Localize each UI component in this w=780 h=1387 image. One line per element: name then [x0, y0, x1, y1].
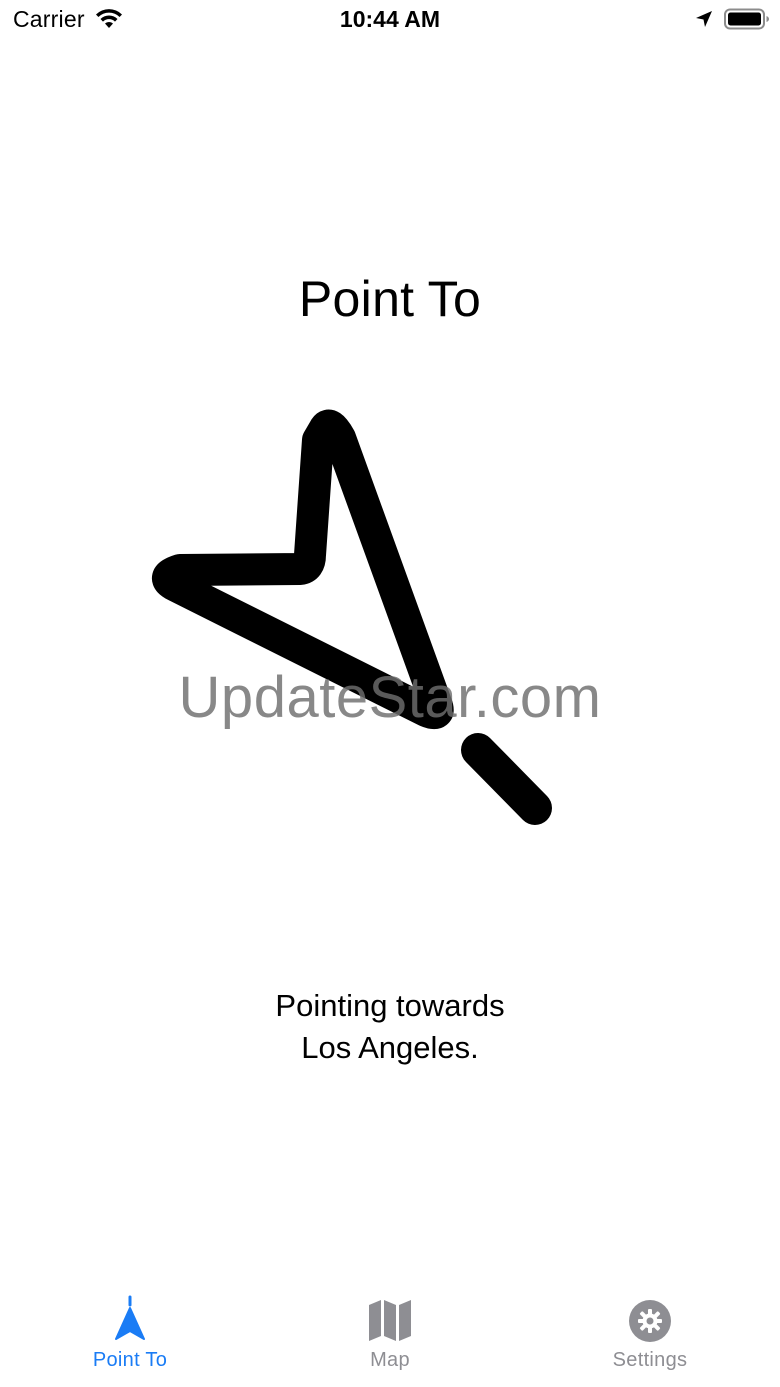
navigation-arrow-icon	[152, 409, 552, 825]
direction-line-1: Pointing towards	[275, 988, 505, 1023]
gear-icon	[629, 1300, 671, 1342]
direction-line-2: Los Angeles.	[301, 1030, 479, 1065]
tab-point-to[interactable]: Point To	[0, 1287, 260, 1387]
tab-settings[interactable]: Settings	[520, 1287, 780, 1387]
direction-label: Pointing towards Los Angeles.	[0, 985, 780, 1069]
location-arrow-icon	[115, 1295, 145, 1340]
status-bar: Carrier 10:44 AM	[0, 0, 780, 40]
tab-point-to-label: Point To	[92, 1349, 168, 1371]
tab-bar: Point To Map Settings	[0, 1287, 780, 1387]
tab-settings-label: Settings	[612, 1349, 688, 1371]
tab-map[interactable]: Map	[260, 1287, 520, 1387]
status-time: 10:44 AM	[339, 6, 441, 32]
page-title: Point To	[298, 271, 482, 327]
app-screen: Carrier 10:44 AM Point To UpdateStar.com…	[0, 0, 780, 1387]
tab-map-label: Map	[370, 1349, 410, 1371]
location-services-icon	[696, 11, 712, 27]
map-icon	[369, 1300, 411, 1341]
battery-icon	[724, 8, 769, 30]
